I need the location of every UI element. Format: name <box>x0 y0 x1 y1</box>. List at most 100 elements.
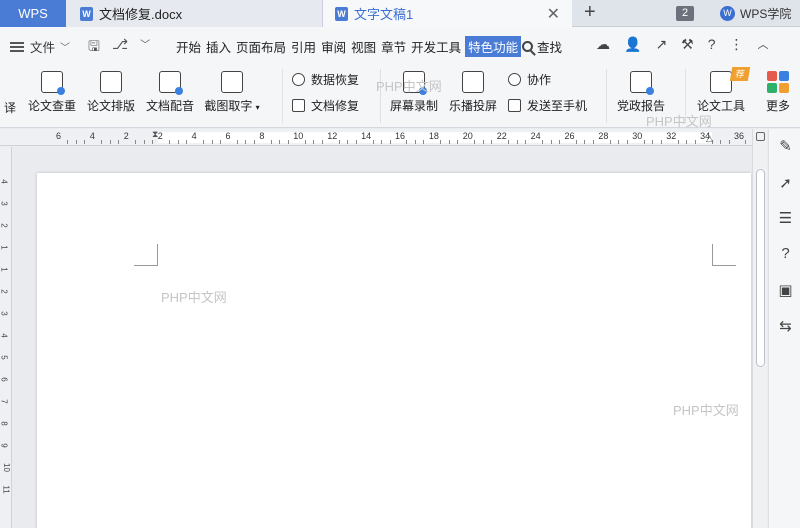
tab-document-repair[interactable]: W 文档修复.docx <box>66 0 322 27</box>
party-report-button[interactable]: 党政报告 <box>615 71 667 114</box>
microphone-icon <box>159 71 183 95</box>
vertical-scrollbar[interactable] <box>752 129 767 528</box>
ruler-tick <box>389 140 391 144</box>
ruler-tick <box>660 140 662 144</box>
thesis-layout-button[interactable]: 论文排版 <box>85 71 137 114</box>
more-vertical-icon[interactable]: ⋮ <box>730 36 744 53</box>
more-button[interactable]: 更多 <box>762 71 794 114</box>
file-menu-button[interactable]: 文件 ﹀ <box>10 37 70 56</box>
ruler-number: 12 <box>327 131 338 141</box>
collaborate-label: 协作 <box>527 73 552 87</box>
ribbon-cut-off-label[interactable]: 译 <box>4 99 16 116</box>
new-tab-button[interactable]: + <box>584 1 596 24</box>
ruler-tick <box>236 140 238 144</box>
tab-wps-home[interactable]: WPS <box>0 0 66 27</box>
close-icon[interactable]: ✕ <box>547 4 560 24</box>
cursor-select-icon[interactable]: ➚ <box>777 174 794 192</box>
doc-dubbing-label: 文档配音 <box>145 99 194 113</box>
collaborate-icon <box>508 73 521 86</box>
toolbox-icon[interactable]: ⚒ <box>681 36 694 53</box>
vertical-ruler-number: 1 <box>0 245 9 250</box>
screenshot-ocr-button[interactable]: 截图取字 ▾ <box>203 71 261 114</box>
doc-repair-button[interactable]: 文档修复 <box>292 97 359 114</box>
thesis-check-button[interactable]: 论文查重 <box>26 71 78 114</box>
collaborate-button[interactable]: 协作 <box>508 71 551 88</box>
doc-dubbing-button[interactable]: 文档配音 <box>144 71 196 114</box>
vertical-ruler-number: 3 <box>0 201 9 206</box>
vertical-ruler-number: 2 <box>0 223 9 228</box>
menu-bar: 文件 ﹀ 🖫 ⎇ ﹀ 开始 插入 页面布局 引用 审阅 视图 章节 开发工具 特… <box>0 27 800 63</box>
ruler-number: 26 <box>564 131 575 141</box>
indent-marker-icon[interactable]: ⧗ <box>152 129 158 140</box>
vertical-ruler[interactable]: 4 3 2 1 1 2 3 4 5 6 7 8 9 10 11 <box>0 147 12 528</box>
cloud-icon[interactable]: ☁ <box>596 36 610 53</box>
window-count-badge[interactable]: 2 <box>676 6 694 21</box>
settings-sliders-icon[interactable]: ☰ <box>777 209 794 227</box>
format-painter-icon[interactable]: ⎇ <box>112 36 128 60</box>
tab-new-document[interactable]: W 文字文稿1 ✕ <box>322 0 572 27</box>
vertical-ruler-number: 1 <box>0 267 9 272</box>
ruler-tick <box>135 140 137 144</box>
more-label: 更多 <box>765 99 790 113</box>
tab-bar: WPS W 文档修复.docx W 文字文稿1 ✕ + 2 W WPS学院 <box>0 0 800 27</box>
recommend-badge: 荐 <box>729 67 751 81</box>
ruler-tick <box>75 140 77 144</box>
doc-repair-label: 文档修复 <box>311 99 360 113</box>
crop-mark-top-right <box>712 244 736 266</box>
data-recovery-label: 数据恢复 <box>311 73 360 87</box>
menu-item-view[interactable]: 视图 <box>350 37 377 57</box>
screenshot-ocr-label: 截图取字 <box>204 99 253 113</box>
ruler-tick <box>177 140 179 144</box>
ruler-tick <box>559 140 561 144</box>
ruler-tick <box>516 140 518 144</box>
user-add-icon[interactable]: 👤 <box>624 36 641 53</box>
search-button[interactable]: 查找 <box>522 37 562 56</box>
right-indent-marker-icon[interactable]: △ <box>706 133 713 144</box>
horizontal-ruler[interactable]: 6 4 2 2 4 6 8 10 12 14 16 18 20 22 24 26 28 30 32 34 36 ⧗ △ <box>0 129 764 146</box>
ruler-tick <box>253 140 255 144</box>
ruler-tick <box>152 140 154 144</box>
menu-item-insert[interactable]: 插入 <box>205 37 232 57</box>
menu-item-page-layout[interactable]: 页面布局 <box>235 37 287 57</box>
data-recovery-button[interactable]: 数据恢复 <box>292 71 359 88</box>
help-icon[interactable]: ? <box>708 36 716 53</box>
ruler-tick <box>592 140 594 144</box>
menu-item-review[interactable]: 审阅 <box>320 37 347 57</box>
vertical-ruler-number: 7 <box>0 399 9 404</box>
chevron-down-icon[interactable]: ﹀ <box>140 36 150 60</box>
document-page[interactable]: PHP中文网 PHP中文网 <box>37 173 751 528</box>
send-to-phone-button[interactable]: 发送至手机 <box>508 97 587 114</box>
ruler-tick <box>186 140 188 144</box>
help-icon[interactable]: ? <box>777 245 794 262</box>
ruler-tick <box>338 140 340 144</box>
menu-item-special-features[interactable]: 特色功能 <box>465 36 522 57</box>
menu-item-references[interactable]: 引用 <box>290 37 317 57</box>
ruler-tick <box>643 140 645 144</box>
ruler-tick <box>347 140 349 144</box>
search-label: 查找 <box>537 41 563 55</box>
pen-icon[interactable]: ✎ <box>777 137 794 155</box>
ribbon-separator <box>282 69 283 123</box>
menu-item-home[interactable]: 开始 <box>175 37 202 57</box>
ribbon-separator <box>606 69 607 123</box>
ruler-tick <box>245 140 247 144</box>
cast-screen-button[interactable]: 乐播投屏 <box>447 71 499 114</box>
save-icon[interactable]: 🖫 <box>88 36 100 60</box>
wps-academy-link[interactable]: W WPS学院 <box>720 5 791 22</box>
send-to-phone-label: 发送至手机 <box>527 99 588 113</box>
menu-item-chapter[interactable]: 章节 <box>380 37 407 57</box>
translate-icon[interactable]: ⇆ <box>777 317 794 335</box>
search-icon <box>522 41 533 52</box>
vertical-ruler-number: 9 <box>0 443 9 448</box>
scrollbar-thumb[interactable] <box>756 169 765 367</box>
menu-item-developer[interactable]: 开发工具 <box>410 37 462 57</box>
ruler-tick <box>677 140 679 144</box>
watermark-text: PHP中文网 <box>673 403 739 418</box>
ruler-tick <box>525 140 527 144</box>
thesis-check-label: 论文查重 <box>27 99 76 113</box>
image-icon[interactable]: ▣ <box>777 281 794 299</box>
share-icon[interactable]: ↗ <box>655 36 667 53</box>
scroll-top-button[interactable] <box>756 132 765 141</box>
collapse-icon[interactable]: ︿ <box>758 36 769 53</box>
ruler-number: 10 <box>293 131 304 141</box>
